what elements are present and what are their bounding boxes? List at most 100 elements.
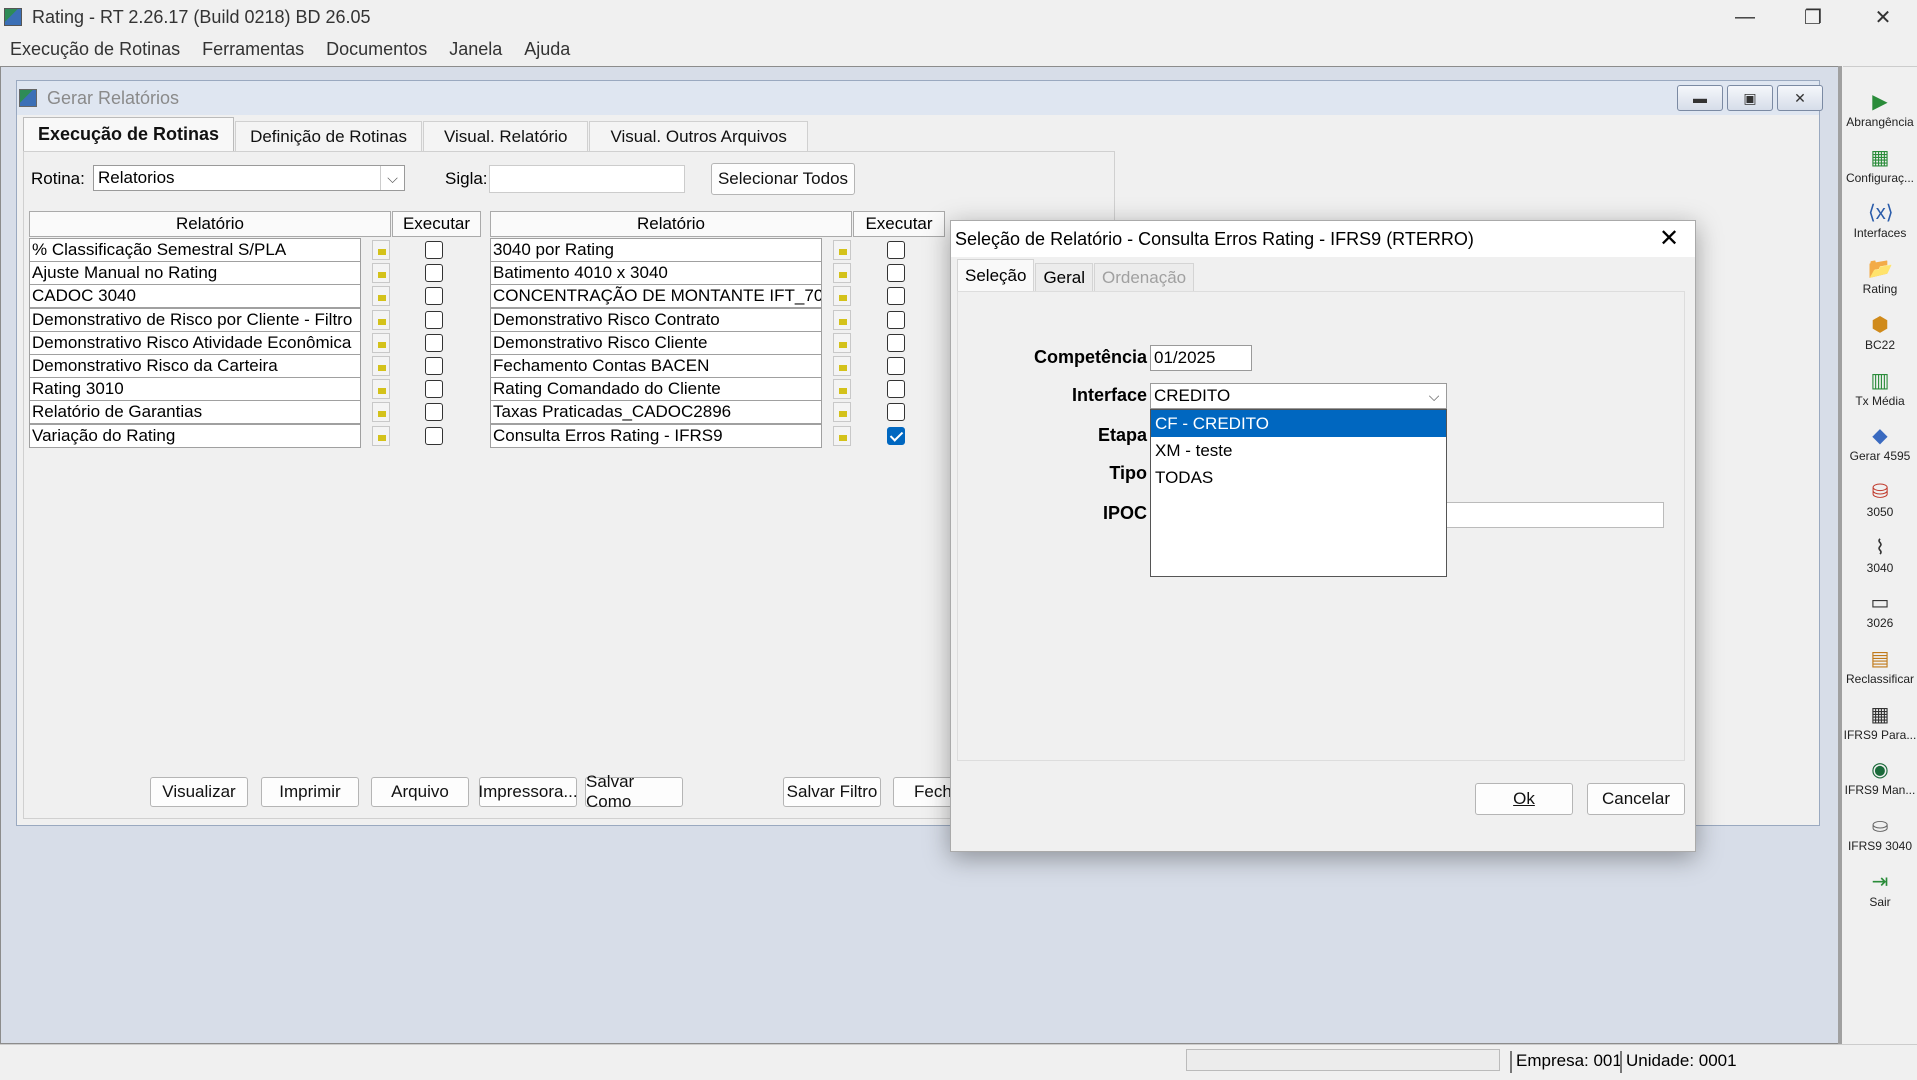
close-icon[interactable]: ✕: [1848, 0, 1917, 34]
interface-select[interactable]: CREDITO ⌵: [1150, 383, 1447, 409]
report-options-icon[interactable]: [372, 356, 390, 376]
report-options-icon[interactable]: [833, 402, 851, 423]
executar-checkbox[interactable]: [887, 333, 905, 352]
select-all-button[interactable]: Selecionar Todos: [711, 163, 855, 195]
ipoc-input[interactable]: [1446, 502, 1664, 528]
report-options-icon[interactable]: [833, 356, 851, 376]
tab-geral[interactable]: Geral: [1035, 263, 1094, 291]
report-name-cell[interactable]: Taxas Praticadas_CADOC2896: [490, 400, 822, 425]
executar-checkbox[interactable]: [887, 403, 905, 422]
report-options-icon[interactable]: [833, 286, 851, 307]
child-minimize-button[interactable]: ▬: [1677, 85, 1723, 111]
report-options-icon[interactable]: [833, 332, 851, 353]
executar-checkbox[interactable]: [425, 357, 443, 375]
report-name-cell[interactable]: CADOC 3040: [29, 284, 361, 309]
report-name-cell[interactable]: Variação do Rating: [29, 423, 361, 448]
tab-visual-relatorio[interactable]: Visual. Relatório: [422, 121, 589, 151]
report-options-icon[interactable]: [372, 309, 390, 330]
report-name-cell[interactable]: Consulta Erros Rating - IFRS9: [490, 423, 822, 448]
toolbar-item[interactable]: ▤ Reclassificar: [1843, 644, 1917, 699]
report-name-cell[interactable]: % Classificação Semestral S/PLA: [29, 238, 361, 262]
child-close-button[interactable]: ✕: [1777, 85, 1823, 111]
report-options-icon[interactable]: [372, 379, 390, 400]
report-name-cell[interactable]: Batimento 4010 x 3040: [490, 261, 822, 286]
cancel-button[interactable]: Cancelar: [1587, 783, 1685, 815]
executar-checkbox[interactable]: [887, 380, 905, 399]
report-name-cell[interactable]: Demonstrativo de Risco por Cliente - Fil…: [29, 307, 361, 332]
salvar-filtro-button[interactable]: Salvar Filtro: [783, 777, 881, 807]
report-options-icon[interactable]: [833, 309, 851, 330]
ok-button[interactable]: Ok: [1475, 783, 1573, 815]
toolbar-item[interactable]: ▥ Tx Média: [1843, 366, 1917, 421]
executar-checkbox[interactable]: [425, 333, 443, 352]
imprimir-button[interactable]: Imprimir: [261, 777, 359, 807]
visualizar-button[interactable]: Visualizar: [150, 777, 248, 807]
toolbar-item[interactable]: ▭ 3026: [1843, 588, 1917, 643]
toolbar-item[interactable]: ◆ Gerar 4595: [1843, 421, 1917, 476]
impressora-button[interactable]: Impressora...: [478, 777, 578, 807]
report-name-cell[interactable]: Fechamento Contas BACEN: [490, 354, 822, 378]
executar-checkbox[interactable]: [425, 380, 443, 399]
horizontal-scrollbar[interactable]: [1186, 1049, 1500, 1071]
tab-selecao[interactable]: Seleção: [957, 259, 1035, 291]
minimize-icon[interactable]: —: [1710, 0, 1780, 34]
restore-icon[interactable]: ❐: [1778, 0, 1848, 34]
toolbar-item[interactable]: ⇥ Sair: [1843, 867, 1917, 922]
report-name-cell[interactable]: Rating Comandado do Cliente: [490, 377, 822, 402]
report-name-cell[interactable]: Relatório de Garantias: [29, 400, 361, 425]
interface-option[interactable]: TODAS: [1151, 464, 1446, 491]
executar-checkbox[interactable]: [887, 310, 905, 329]
report-options-icon[interactable]: [833, 425, 851, 446]
toolbar-item[interactable]: ⛀ IFRS9 3040: [1843, 811, 1917, 866]
toolbar-item[interactable]: ⬢ BC22: [1843, 310, 1917, 365]
executar-checkbox[interactable]: [887, 426, 905, 445]
report-name-cell[interactable]: Ajuste Manual no Rating: [29, 261, 361, 286]
chevron-down-icon[interactable]: ⌵: [380, 166, 404, 190]
dialog-close-icon[interactable]: ✕: [1655, 225, 1683, 253]
executar-checkbox[interactable]: [425, 287, 443, 306]
report-options-icon[interactable]: [372, 332, 390, 353]
toolbar-item[interactable]: ▦ IFRS9 Para...: [1843, 700, 1917, 755]
interface-option[interactable]: XM - teste: [1151, 437, 1446, 464]
report-options-icon[interactable]: [372, 286, 390, 307]
report-options-icon[interactable]: [833, 263, 851, 284]
sigla-input[interactable]: [489, 165, 685, 193]
menu-janela[interactable]: Janela: [449, 39, 502, 60]
executar-checkbox[interactable]: [425, 241, 443, 259]
executar-checkbox[interactable]: [887, 241, 905, 259]
report-name-cell[interactable]: Demonstrativo Risco da Carteira: [29, 354, 361, 378]
report-options-icon[interactable]: [372, 402, 390, 423]
chevron-down-icon[interactable]: ⌵: [1422, 384, 1446, 408]
executar-checkbox[interactable]: [425, 403, 443, 422]
executar-checkbox[interactable]: [887, 357, 905, 375]
toolbar-item[interactable]: ▦ Configuraç...: [1843, 143, 1917, 198]
child-maximize-button[interactable]: ▣: [1727, 85, 1773, 111]
competencia-input[interactable]: 01/2025: [1150, 345, 1252, 371]
salvar-como-button[interactable]: Salvar Como: [585, 772, 683, 811]
tab-execucao-rotinas[interactable]: Execução de Rotinas: [23, 117, 235, 151]
toolbar-item[interactable]: ⛁ 3050: [1843, 477, 1917, 532]
menu-execucao[interactable]: Execução de Rotinas: [10, 39, 180, 60]
tab-definicao-rotinas[interactable]: Definição de Rotinas: [235, 121, 422, 151]
report-options-icon[interactable]: [372, 240, 390, 260]
menu-ajuda[interactable]: Ajuda: [524, 39, 570, 60]
executar-checkbox[interactable]: [887, 287, 905, 306]
toolbar-item[interactable]: ◉ IFRS9 Man...: [1843, 755, 1917, 810]
toolbar-item[interactable]: ▶ Abrangência: [1843, 87, 1917, 142]
report-name-cell[interactable]: CONCENTRAÇÃO DE MONTANTE IFT_702: [490, 284, 822, 309]
report-name-cell[interactable]: Demonstrativo Risco Contrato: [490, 307, 822, 332]
menu-documentos[interactable]: Documentos: [326, 39, 427, 60]
menu-ferramentas[interactable]: Ferramentas: [202, 39, 304, 60]
report-name-cell[interactable]: Rating 3010: [29, 377, 361, 402]
report-name-cell[interactable]: Demonstrativo Risco Cliente: [490, 330, 822, 355]
rotina-select[interactable]: Relatorios ⌵: [93, 165, 405, 191]
executar-checkbox[interactable]: [425, 310, 443, 329]
executar-checkbox[interactable]: [425, 264, 443, 283]
toolbar-item[interactable]: 📂 Rating: [1843, 254, 1917, 309]
executar-checkbox[interactable]: [425, 426, 443, 445]
report-options-icon[interactable]: [372, 263, 390, 284]
toolbar-item[interactable]: ⌇ 3040: [1843, 533, 1917, 588]
interface-option[interactable]: CF - CREDITO: [1151, 410, 1446, 437]
report-name-cell[interactable]: 3040 por Rating: [490, 238, 822, 262]
tab-visual-outros[interactable]: Visual. Outros Arquivos: [589, 121, 808, 151]
